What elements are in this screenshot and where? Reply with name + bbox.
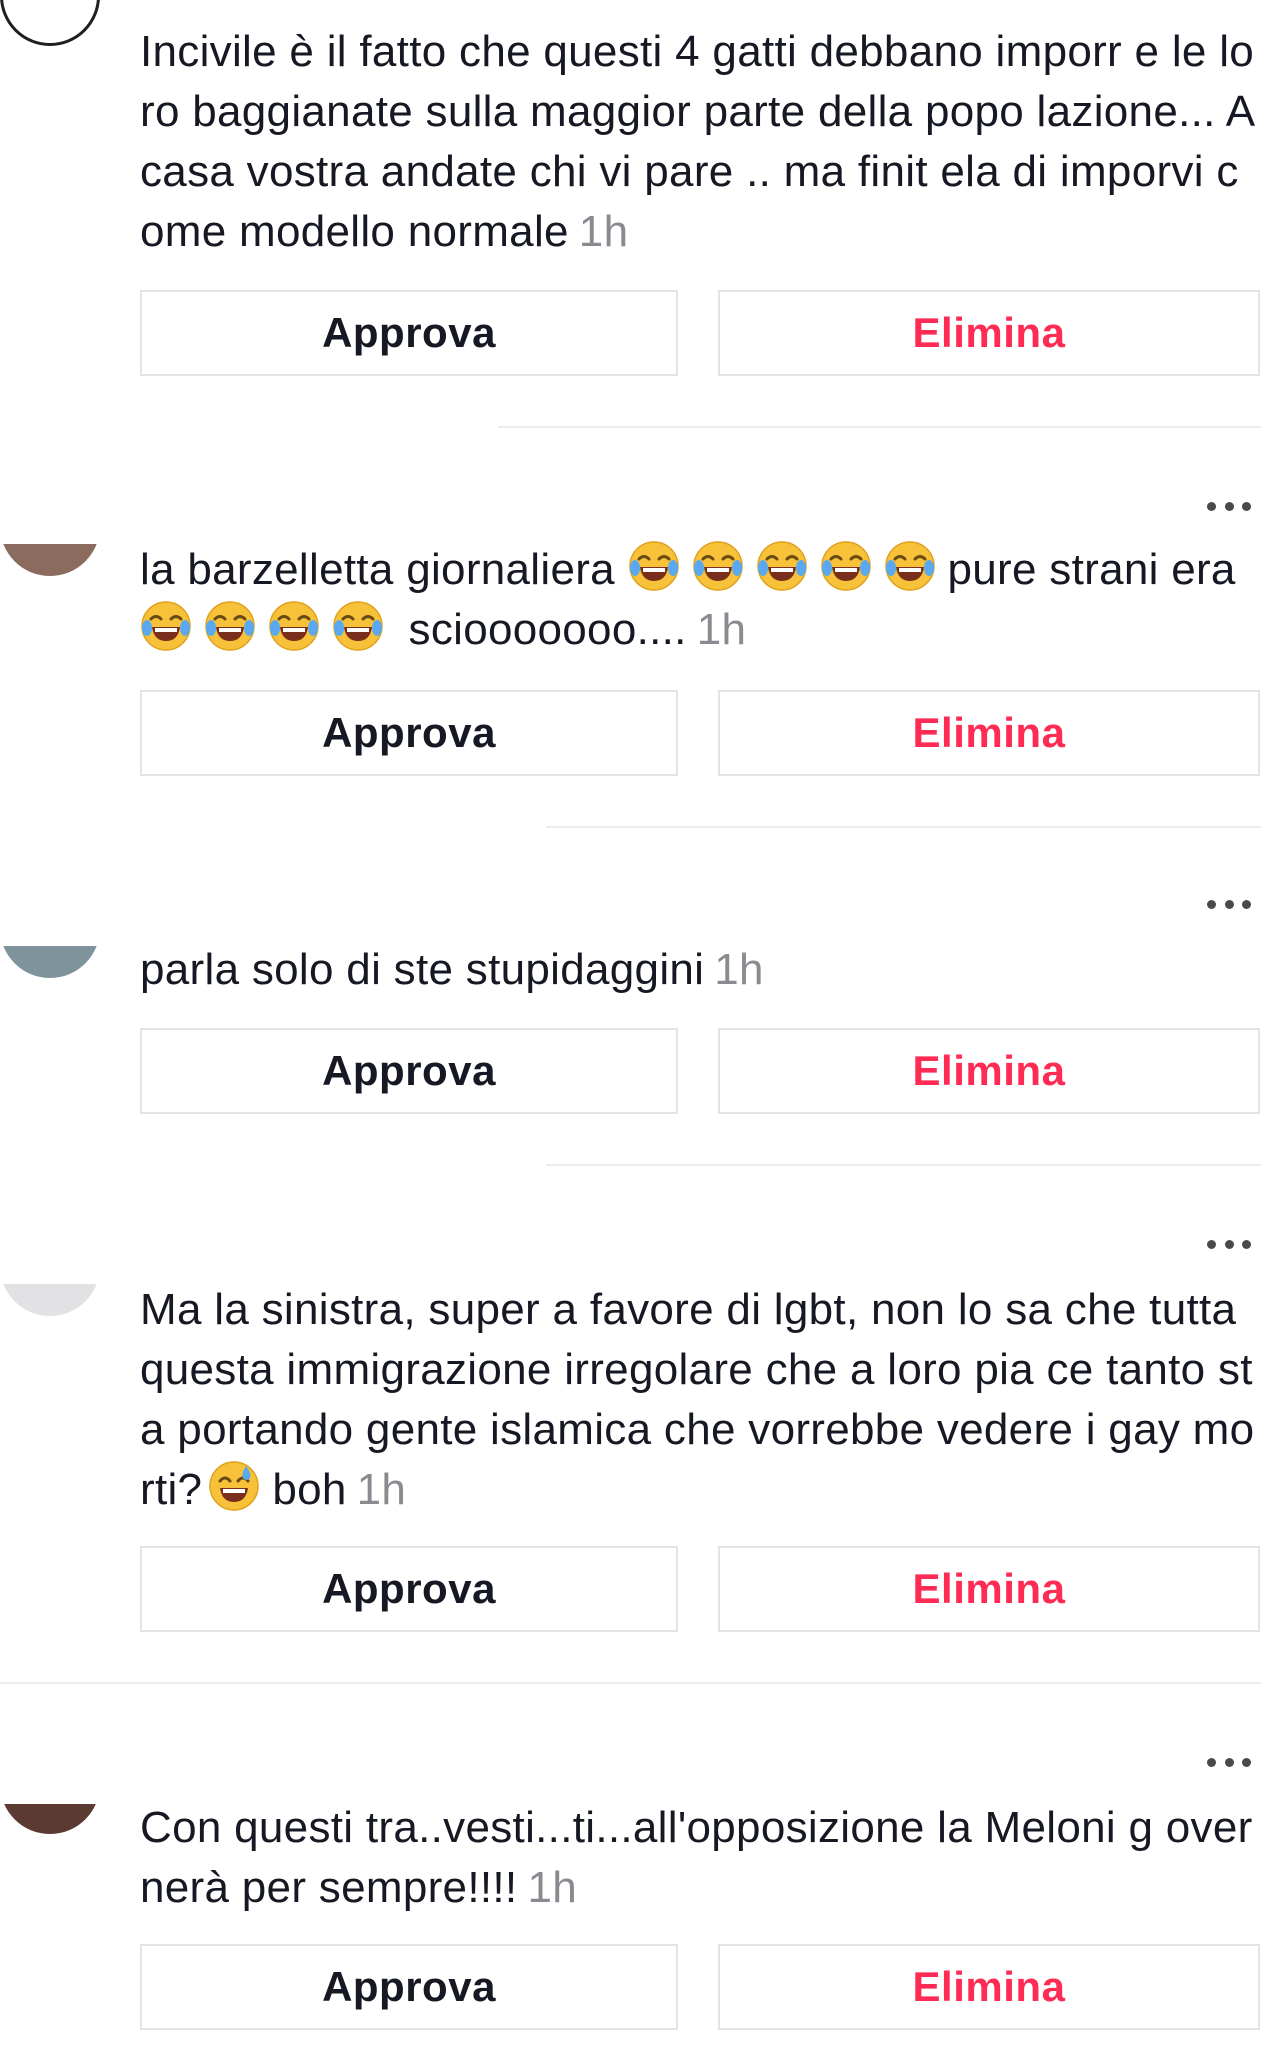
avatar-image	[0, 946, 100, 978]
comment-text: Con questi tra..vesti...ti...all'opposiz…	[140, 1798, 1260, 1918]
comment-time: 1h	[714, 945, 764, 994]
avatar[interactable]	[0, 1284, 110, 1316]
approve-button-label: Approva	[322, 1565, 496, 1612]
delete-button[interactable]: Elimina	[718, 1546, 1260, 1632]
comment-text: Ma la sinistra, super a favore di lgbt, …	[140, 1280, 1260, 1520]
more-options-icon[interactable]	[1207, 898, 1251, 910]
divider	[498, 426, 1261, 428]
comment-body-end: sciooooooo....	[408, 605, 687, 654]
more-options-icon[interactable]	[1207, 1238, 1251, 1250]
approve-button[interactable]: Approva	[140, 290, 678, 376]
comment-text: parla solo di ste stupidaggini 1h	[140, 940, 1260, 1000]
comment-body-middle: pure strani era	[947, 545, 1236, 594]
avatar[interactable]	[0, 946, 110, 978]
more-options-icon[interactable]	[1207, 500, 1251, 512]
avatar-image	[0, 1804, 100, 1834]
approve-button-label: Approva	[322, 1047, 496, 1094]
delete-button[interactable]: Elimina	[718, 690, 1260, 776]
avatar-image	[0, 544, 100, 576]
comment-time: 1h	[527, 1863, 577, 1912]
divider	[546, 1164, 1261, 1166]
avatar[interactable]	[0, 1804, 110, 1834]
delete-button-label: Elimina	[912, 1565, 1066, 1612]
approve-button[interactable]: Approva	[140, 1944, 678, 2030]
comment-time: 1h	[578, 207, 629, 256]
divider	[0, 1682, 1261, 1684]
approve-button[interactable]: Approva	[140, 1028, 678, 1114]
divider	[546, 826, 1261, 828]
comment-time: 1h	[356, 1465, 407, 1514]
face-with-tears-of-joy-icon	[628, 540, 680, 592]
avatar[interactable]	[0, 544, 110, 576]
comment-body-start: la barzelletta giornaliera	[140, 545, 615, 594]
comment-body: Incivile è il fatto che questi 4 gatti d…	[140, 27, 1255, 256]
avatar-image	[0, 1284, 100, 1316]
delete-button[interactable]: Elimina	[718, 1028, 1260, 1114]
face-with-tears-of-joy-icon	[756, 540, 808, 592]
comment-body-end: boh	[272, 1465, 347, 1514]
face-with-tears-of-joy-icon	[140, 600, 192, 652]
approve-button[interactable]: Approva	[140, 690, 678, 776]
avatar-image	[0, 0, 100, 46]
more-options-icon[interactable]	[1207, 1756, 1251, 1768]
face-with-tears-of-joy-icon	[820, 540, 872, 592]
delete-button-label: Elimina	[912, 1047, 1066, 1094]
delete-button-label: Elimina	[912, 709, 1066, 756]
approve-button-label: Approva	[322, 709, 496, 756]
grinning-face-with-sweat-icon	[208, 1460, 260, 1512]
comment-text: la barzelletta giornaliera pure strani e…	[140, 540, 1260, 660]
face-with-tears-of-joy-icon	[884, 540, 936, 592]
comment-text: Incivile è il fatto che questi 4 gatti d…	[140, 22, 1260, 262]
comment-body: Con questi tra..vesti...ti...all'opposiz…	[140, 1803, 1253, 1912]
face-with-tears-of-joy-icon	[204, 600, 256, 652]
comment-time: 1h	[696, 605, 747, 654]
delete-button[interactable]: Elimina	[718, 1944, 1260, 2030]
comment-body: parla solo di ste stupidaggini	[140, 945, 705, 994]
delete-button-label: Elimina	[912, 309, 1066, 356]
face-with-tears-of-joy-icon	[692, 540, 744, 592]
avatar[interactable]	[0, 0, 110, 48]
face-with-tears-of-joy-icon	[332, 600, 384, 652]
delete-button[interactable]: Elimina	[718, 290, 1260, 376]
approve-button[interactable]: Approva	[140, 1546, 678, 1632]
approve-button-label: Approva	[322, 309, 496, 356]
face-with-tears-of-joy-icon	[268, 600, 320, 652]
delete-button-label: Elimina	[912, 1963, 1066, 2010]
approve-button-label: Approva	[322, 1963, 496, 2010]
